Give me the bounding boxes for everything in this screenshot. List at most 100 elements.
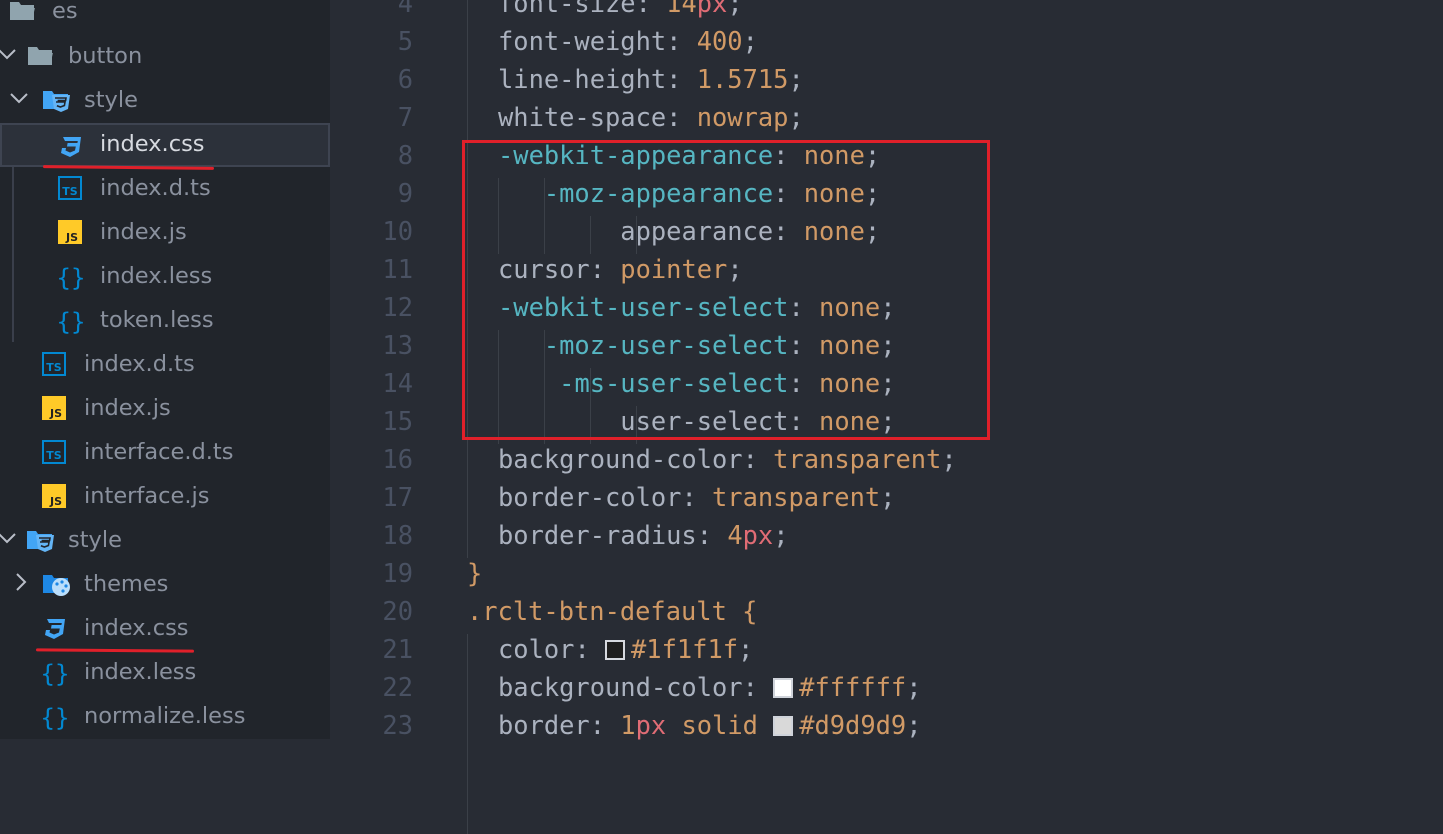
svg-text:JS: JS <box>65 231 78 244</box>
chevron-right-icon[interactable] <box>10 571 32 599</box>
tree-item-label: index.less <box>100 263 213 289</box>
tree-file[interactable]: {} index.less <box>0 255 330 299</box>
tree-item-label: style <box>68 527 122 553</box>
token-punc: : <box>742 672 774 702</box>
token-vprop: -webkit-user-select <box>498 292 789 322</box>
color-swatch[interactable] <box>605 640 626 660</box>
chevron-down-icon[interactable] <box>8 87 30 115</box>
code-line[interactable]: 23 border: 1px solid #d9d9d9; <box>330 706 1443 744</box>
tree-file[interactable]: TS index.d.ts <box>0 167 330 211</box>
tree-folder[interactable]: style <box>0 79 330 123</box>
tree-file[interactable]: JS interface.js <box>0 475 330 519</box>
token-val: 14 <box>666 0 697 18</box>
token-vprop: -moz-appearance <box>543 178 774 208</box>
svg-text:{}: {} <box>58 264 84 292</box>
folder-icon <box>8 0 35 25</box>
code-line[interactable]: 19} <box>330 554 1443 592</box>
code-text: cursor: pointer; <box>498 250 743 288</box>
token-prop: border <box>498 710 590 740</box>
tree-item-label: themes <box>84 571 169 597</box>
tree-file[interactable]: {} normalize.less <box>0 695 330 739</box>
line-number: 5 <box>397 26 413 56</box>
tree-file[interactable]: {} token.less <box>0 299 330 343</box>
tree-folder[interactable]: button <box>0 35 330 79</box>
less-file-icon: {} <box>41 660 70 688</box>
tree-file[interactable]: TS index.d.ts <box>0 343 330 387</box>
token-sel: .rclt-btn-default { <box>467 596 758 626</box>
tree-item-label: button <box>68 43 143 69</box>
color-swatch[interactable] <box>773 716 794 736</box>
tree-folder[interactable]: style <box>0 519 330 563</box>
line-number: 10 <box>382 216 413 246</box>
code-line[interactable]: 14 -ms-user-select: none; <box>330 364 1443 402</box>
code-line[interactable]: 11 cursor: pointer; <box>330 250 1443 288</box>
token-val: none <box>803 140 865 170</box>
svg-text:TS: TS <box>46 449 62 462</box>
line-number: 16 <box>382 444 413 474</box>
code-line[interactable]: 6 line-height: 1.5715; <box>330 60 1443 98</box>
tree-folder[interactable]: es <box>0 0 330 34</box>
color-swatch[interactable] <box>773 678 794 698</box>
code-text: white-space: nowrap; <box>498 98 804 136</box>
code-line[interactable]: 20 .rclt-btn-default { <box>330 592 1443 630</box>
token-prop: background-color <box>498 672 743 702</box>
code-editor[interactable]: 4 font-size: 14px; 5 font-weight: 400; 6 line… <box>330 0 1443 834</box>
token-val: transparent <box>773 444 942 474</box>
tree-item-label: index.d.ts <box>84 351 195 377</box>
tree-file[interactable]: TS interface.d.ts <box>0 431 330 475</box>
code-line[interactable]: 18 border-radius: 4px; <box>330 516 1443 554</box>
code-line[interactable]: 16 background-color: transparent; <box>330 440 1443 478</box>
tree-folder[interactable]: themes <box>0 563 330 607</box>
code-line[interactable]: 5 font-weight: 400; <box>330 22 1443 60</box>
svg-text:TS: TS <box>62 185 78 198</box>
chevron-down-icon[interactable] <box>0 527 18 555</box>
code-text: border: 1px solid #d9d9d9; <box>498 706 922 744</box>
code-line[interactable]: 7 white-space: nowrap; <box>330 98 1443 136</box>
token-punc: ; <box>906 672 922 702</box>
tree-item-label: index.less <box>84 659 197 685</box>
token-punc: : <box>788 292 820 322</box>
token-punc: ; <box>738 634 754 664</box>
less-file-icon: {} <box>41 704 70 732</box>
code-text: user-select: none; <box>498 402 895 440</box>
code-line[interactable]: 8 -webkit-appearance: none; <box>330 136 1443 174</box>
line-number: 23 <box>382 710 413 740</box>
token-prop: border-radius <box>498 520 697 550</box>
code-text: -webkit-appearance: none; <box>498 136 880 174</box>
typescript-file-icon: TS <box>58 176 84 202</box>
token-prop: white-space <box>498 102 667 132</box>
code-line[interactable]: 10 appearance: none; <box>330 212 1443 250</box>
token-val: 1 <box>620 710 636 740</box>
token-val: #1f1f1f <box>631 634 739 664</box>
tree-file[interactable]: JS index.js <box>0 387 330 431</box>
tree-file[interactable]: {} index.less <box>0 651 330 695</box>
token-punc: ; <box>880 482 896 512</box>
tree-file[interactable]: JS index.js <box>0 211 330 255</box>
token-prop: color <box>498 634 575 664</box>
token-punc: : <box>788 406 820 436</box>
token-punc: ; <box>773 520 789 550</box>
token-prop: cursor <box>498 254 590 284</box>
code-line[interactable]: 4 font-size: 14px; <box>330 0 1443 22</box>
line-number: 19 <box>382 558 413 588</box>
code-line[interactable]: 17 border-color: transparent; <box>330 478 1443 516</box>
code-line[interactable]: 13 -moz-user-select: none; <box>330 326 1443 364</box>
code-line[interactable]: 15 user-select: none; <box>330 402 1443 440</box>
token-punc: ; <box>941 444 957 474</box>
tree-file[interactable]: index.css <box>0 607 330 651</box>
token-punc: : <box>589 710 621 740</box>
css-file-icon <box>42 616 68 642</box>
code-line[interactable]: 22 background-color: #ffffff; <box>330 668 1443 706</box>
token-unit: px <box>742 520 774 550</box>
token-punc: : <box>681 482 713 512</box>
code-line[interactable]: 21 color: #1f1f1f; <box>330 630 1443 668</box>
token-prop: font-weight <box>498 26 667 56</box>
code-line[interactable]: 9 -moz-appearance: none; <box>330 174 1443 212</box>
code-line[interactable]: 12 -webkit-user-select: none; <box>330 288 1443 326</box>
code-text: font-size: 14px; <box>498 0 743 22</box>
tree-file[interactable]: index.css <box>0 123 330 167</box>
code-text: line-height: 1.5715; <box>498 60 804 98</box>
token-prop: border-color <box>498 482 682 512</box>
chevron-down-icon[interactable] <box>0 43 18 71</box>
token-val: none <box>819 330 881 360</box>
